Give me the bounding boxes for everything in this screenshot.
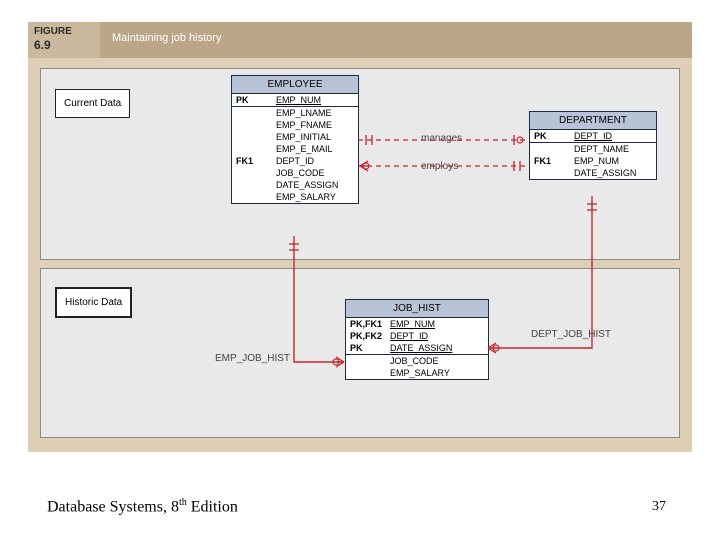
jobhist-key: PK,FK2	[346, 330, 386, 342]
relationship-emp-job-hist: EMP_JOB_HIST	[215, 353, 290, 364]
figure-number: 6.9	[34, 38, 51, 52]
figure-container: FIGURE 6.9 Maintaining job history Curre…	[28, 22, 692, 452]
footer-text-a: Database Systems, 8	[47, 498, 179, 515]
label-current-data: Current Data	[55, 89, 130, 118]
employee-pk-label: PK	[232, 94, 272, 107]
employee-attr: EMP_E_MAIL	[272, 143, 358, 155]
footer-citation: Database Systems, 8th Edition	[47, 497, 238, 516]
department-attr: DATE_ASSIGN	[570, 167, 656, 179]
employee-attr: EMP_INITIAL	[272, 131, 358, 143]
entity-title-job-hist: JOB_HIST	[346, 300, 488, 318]
figure-label: FIGURE	[34, 25, 94, 38]
employee-attr: DATE_ASSIGN	[272, 179, 358, 191]
employee-pk-field: EMP_NUM	[272, 94, 358, 107]
figure-header: FIGURE 6.9 Maintaining job history	[28, 22, 692, 58]
jobhist-field: EMP_NUM	[386, 318, 488, 330]
employee-attr: EMP_FNAME	[272, 119, 358, 131]
jobhist-key: PK	[346, 342, 386, 355]
jobhist-attr: JOB_CODE	[386, 355, 488, 367]
entity-title-department: DEPARTMENT	[530, 112, 656, 130]
department-fk1-label: FK1	[530, 155, 570, 167]
department-attr: DEPT_NAME	[570, 143, 656, 155]
entity-job-hist: JOB_HIST PK,FK1EMP_NUM PK,FK2DEPT_ID PKD…	[345, 299, 489, 380]
figure-number-box: FIGURE 6.9	[28, 22, 100, 58]
diagram-area: Current Data EMPLOYEE PKEMP_NUM EMP_LNAM…	[28, 58, 692, 452]
panel-current-data: Current Data EMPLOYEE PKEMP_NUM EMP_LNAM…	[40, 68, 680, 260]
footer-text-b: Edition	[187, 498, 238, 515]
label-historic-data: Historic Data	[55, 287, 132, 318]
department-pk-field: DEPT_ID	[570, 130, 656, 143]
relationship-dept-job-hist: DEPT_JOB_HIST	[531, 329, 611, 340]
department-pk-label: PK	[530, 130, 570, 143]
jobhist-field: DATE_ASSIGN	[386, 342, 488, 355]
page-number: 37	[652, 499, 666, 515]
employee-attr: EMP_LNAME	[272, 107, 358, 119]
jobhist-key: PK,FK1	[346, 318, 386, 330]
entity-employee: EMPLOYEE PKEMP_NUM EMP_LNAME EMP_FNAME E…	[231, 75, 359, 204]
jobhist-field: DEPT_ID	[386, 330, 488, 342]
jobhist-attr: EMP_SALARY	[386, 367, 488, 379]
entity-title-employee: EMPLOYEE	[232, 76, 358, 94]
employee-fk1-field: DEPT_ID	[272, 155, 358, 167]
figure-title: Maintaining job history	[100, 22, 692, 58]
relationship-manages: manages	[421, 133, 462, 144]
entity-department: DEPARTMENT PKDEPT_ID DEPT_NAME FK1EMP_NU…	[529, 111, 657, 180]
footer-sup: th	[179, 497, 187, 508]
department-fk1-field: EMP_NUM	[570, 155, 656, 167]
employee-fk1-label: FK1	[232, 155, 272, 167]
employee-attr: JOB_CODE	[272, 167, 358, 179]
relationship-employs: employs	[421, 161, 458, 172]
panel-historic-data: Historic Data JOB_HIST PK,FK1EMP_NUM PK,…	[40, 268, 680, 438]
employee-attr: EMP_SALARY	[272, 191, 358, 203]
